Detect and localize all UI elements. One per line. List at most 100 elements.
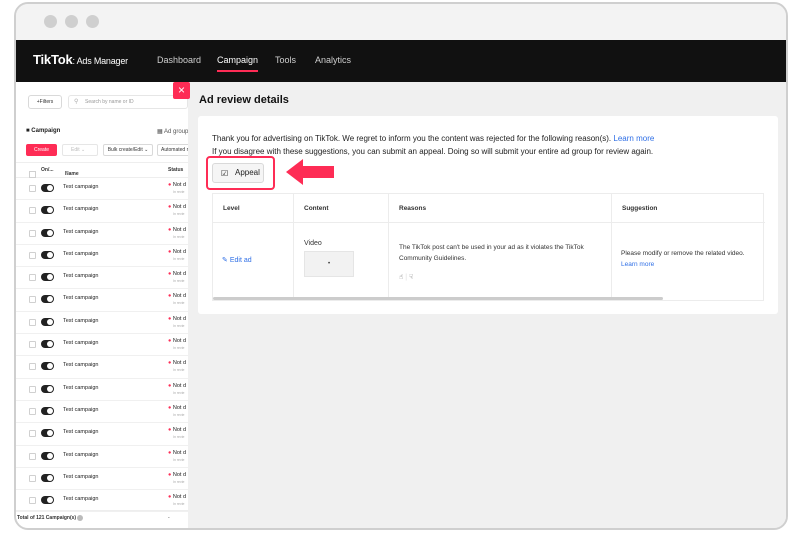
row-toggle[interactable] — [41, 496, 54, 505]
row-name[interactable]: Test campaign — [63, 273, 98, 279]
tab-campaign[interactable]: ■ Campaign — [26, 128, 60, 134]
table-row[interactable]: Test campaign ● Not d In revie — [16, 468, 188, 491]
table-row[interactable]: Test campaign ● Not d In revie — [16, 356, 188, 379]
row-name[interactable]: Test campaign — [63, 251, 98, 257]
row-toggle[interactable] — [41, 429, 54, 438]
row-toggle[interactable] — [41, 340, 54, 349]
table-row[interactable]: Test campaign ● Not d In revie — [16, 334, 188, 357]
row-checkbox[interactable] — [29, 474, 36, 482]
suggestion-learn-more-link[interactable]: Learn more — [621, 261, 654, 268]
row-toggle[interactable] — [41, 184, 54, 192]
row-toggle[interactable] — [41, 406, 54, 415]
row-name[interactable]: Test campaign — [63, 340, 98, 346]
row-name[interactable]: Test campaign — [63, 206, 98, 212]
row-name[interactable]: Test campaign — [63, 184, 98, 190]
table-row[interactable]: Test campaign ● Not d In revie — [16, 401, 188, 424]
row-status-sub: In revie — [173, 279, 185, 284]
appeal-text: If you disagree with these suggestions, … — [212, 147, 654, 156]
row-checkbox[interactable] — [29, 318, 36, 326]
row-status-label: Not d — [172, 182, 187, 188]
edit-button[interactable]: Edit ⌄ — [62, 144, 98, 156]
window-dot-minimize[interactable] — [65, 15, 78, 28]
row-checkbox[interactable] — [29, 207, 36, 215]
row-checkbox[interactable] — [29, 185, 36, 192]
table-row[interactable]: Test campaign ● Not d In revie — [16, 267, 188, 290]
row-status: ● Not d — [168, 383, 186, 389]
row-name[interactable]: Test campaign — [63, 295, 98, 301]
nav-analytics[interactable]: Analytics — [315, 55, 351, 65]
thumbs-up-icon[interactable]: ☝ — [399, 274, 403, 281]
row-toggle[interactable] — [41, 250, 54, 259]
row-name[interactable]: Test campaign — [63, 318, 98, 324]
bulk-edit-button[interactable]: Bulk create/Edit ⌄ — [103, 144, 153, 156]
row-status: ● Not d — [168, 271, 186, 277]
edit-ad-link[interactable]: ✎ Edit ad — [222, 256, 252, 264]
window-dot-maximize[interactable] — [86, 15, 99, 28]
row-checkbox[interactable] — [29, 296, 36, 304]
row-checkbox[interactable] — [29, 274, 36, 282]
table-row[interactable]: Test campaign ● Not d In revie — [16, 178, 188, 201]
nav-campaign[interactable]: Campaign — [217, 55, 259, 72]
col-onoff[interactable]: On/... — [41, 167, 54, 173]
row-name[interactable]: Test campaign — [63, 385, 98, 391]
table-row[interactable]: Test campaign ● Not d In revie — [16, 223, 188, 245]
row-toggle[interactable] — [41, 451, 54, 460]
row-checkbox[interactable] — [29, 229, 36, 237]
video-thumbnail[interactable]: • — [304, 251, 354, 277]
browser-window: TikTok: Ads Manager Dashboard Campaign T… — [14, 2, 788, 530]
tab-adgroup[interactable]: ▦ Ad group — [157, 128, 188, 135]
search-input[interactable]: ⚲ Search by name or ID — [68, 95, 188, 109]
sort-icon: ⇕ — [65, 171, 70, 177]
close-icon[interactable]: × — [173, 82, 190, 99]
row-name[interactable]: Test campaign — [63, 429, 98, 435]
table-row[interactable]: Test campaign ● Not d In revie — [16, 245, 188, 268]
row-status: ● Not d — [168, 360, 186, 366]
row-checkbox[interactable] — [29, 251, 36, 259]
row-status-sub: In revie — [173, 435, 185, 440]
row-toggle[interactable] — [41, 473, 54, 482]
appeal-button[interactable]: ☑ Appeal — [212, 163, 264, 183]
window-dot-close[interactable] — [44, 15, 57, 28]
row-name[interactable]: Test campaign — [63, 362, 98, 368]
table-row[interactable]: Test campaign ● Not d In revie — [16, 423, 188, 446]
cell-suggestion: Please modify or remove the related vide… — [612, 223, 765, 297]
row-name[interactable]: Test campaign — [63, 474, 98, 480]
row-checkbox[interactable] — [29, 363, 36, 371]
row-name[interactable]: Test campaign — [63, 496, 98, 502]
row-toggle[interactable] — [41, 295, 54, 304]
row-toggle[interactable] — [41, 228, 54, 237]
horizontal-scrollbar[interactable] — [213, 297, 663, 300]
table-row[interactable]: Test campaign ● Not d In revie — [16, 200, 188, 223]
row-checkbox[interactable] — [29, 385, 36, 393]
filters-button[interactable]: +Filters — [28, 95, 62, 109]
rejection-text: Thank you for advertising on TikTok. We … — [212, 134, 612, 143]
create-button[interactable]: Create — [26, 144, 57, 156]
table-row[interactable]: Test campaign ● Not d In revie — [16, 379, 188, 401]
table-row[interactable]: Test campaign ● Not d In revie — [16, 289, 188, 312]
row-toggle[interactable] — [41, 273, 54, 282]
row-toggle[interactable] — [41, 362, 54, 371]
row-checkbox[interactable] — [29, 497, 36, 505]
row-name[interactable]: Test campaign — [63, 452, 98, 458]
table-row[interactable]: Test campaign ● Not d In revie — [16, 446, 188, 468]
col-status[interactable]: Status — [168, 167, 183, 173]
row-name[interactable]: Test campaign — [63, 407, 98, 413]
learn-more-link[interactable]: Learn more — [613, 134, 654, 143]
row-checkbox[interactable] — [29, 430, 36, 438]
ad-review-panel: Ad review details Thank you for advertis… — [188, 82, 786, 528]
suggestion-body: Please modify or remove the related vide… — [621, 250, 745, 257]
row-name[interactable]: Test campaign — [63, 229, 98, 235]
appeal-label: Appeal — [235, 168, 260, 177]
row-toggle[interactable] — [41, 206, 54, 215]
thumbs-down-icon[interactable]: ☟ — [409, 274, 413, 281]
row-toggle[interactable] — [41, 317, 54, 326]
table-row[interactable]: Test campaign ● Not d In revie — [16, 312, 188, 335]
row-checkbox[interactable] — [29, 341, 36, 349]
brand-logo[interactable]: TikTok: Ads Manager — [33, 52, 128, 67]
row-checkbox[interactable] — [29, 407, 36, 415]
nav-tools[interactable]: Tools — [275, 55, 296, 65]
row-checkbox[interactable] — [29, 452, 36, 460]
nav-dashboard[interactable]: Dashboard — [157, 55, 201, 65]
row-toggle[interactable] — [41, 384, 54, 393]
edit-label: Edit — [71, 147, 80, 153]
